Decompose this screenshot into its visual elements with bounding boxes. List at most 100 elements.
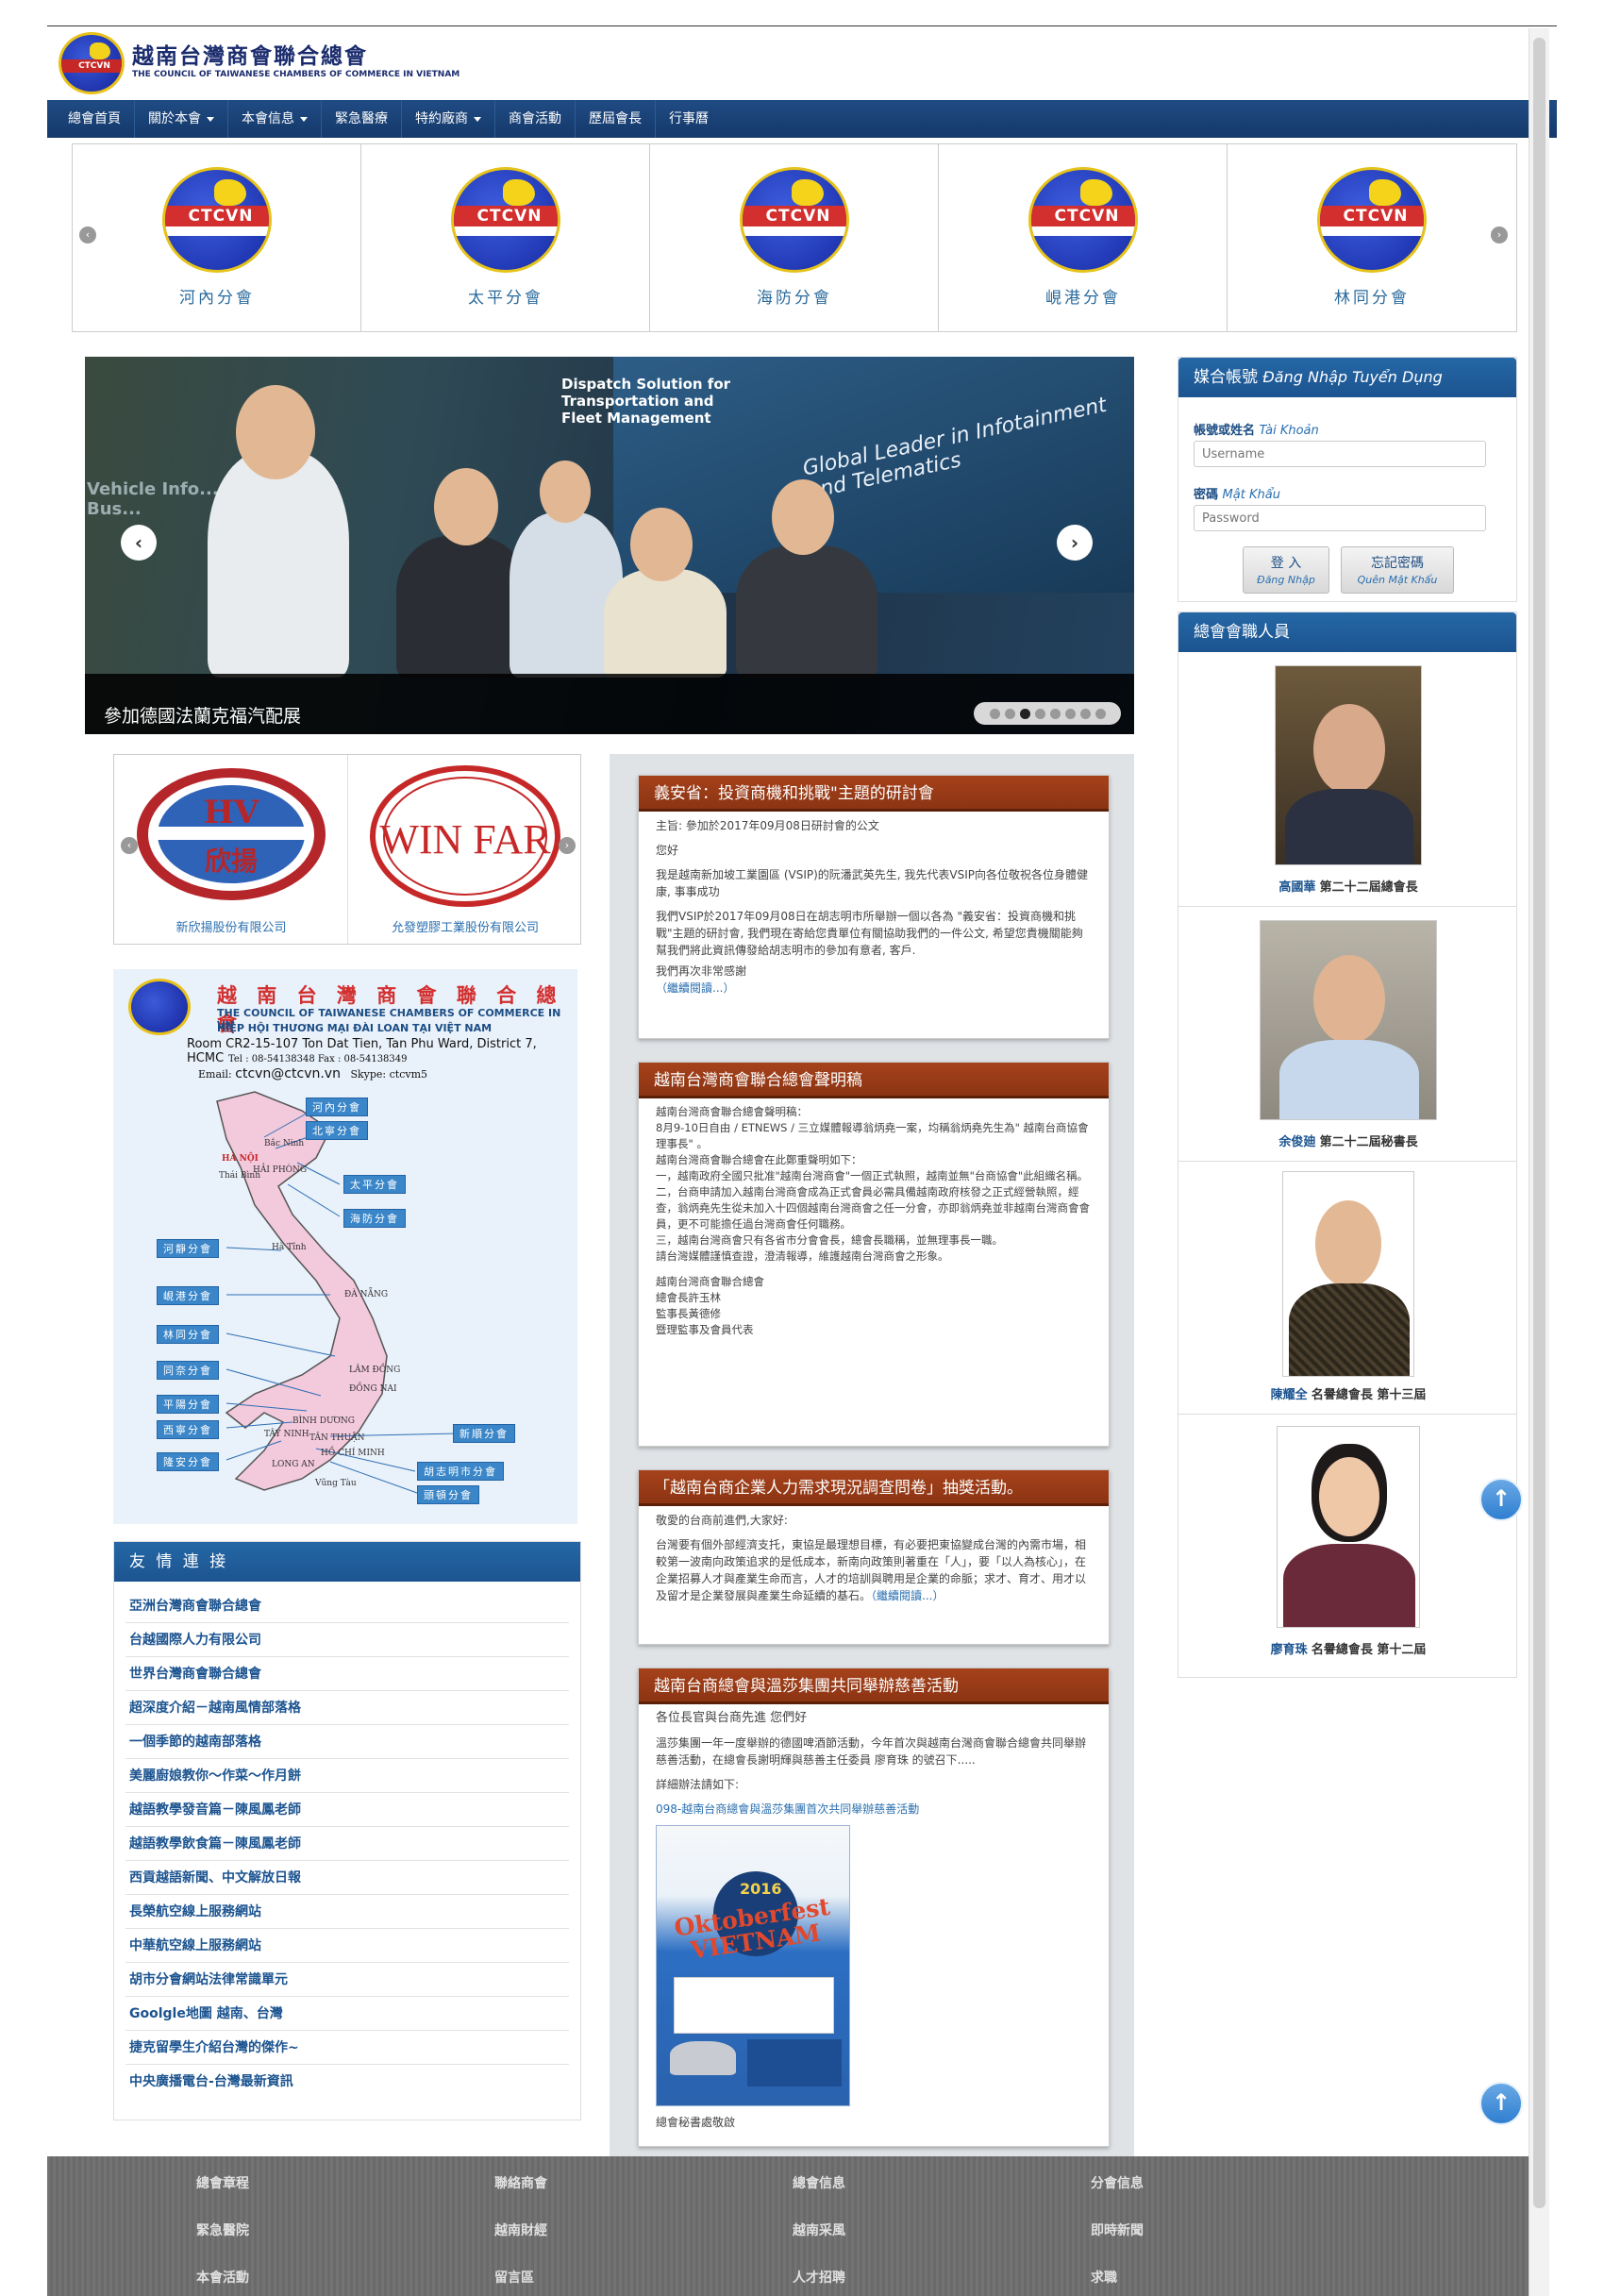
- nav-vendors[interactable]: 特約廠商: [402, 100, 495, 138]
- partner-item[interactable]: WIN FAR 允發塑膠工業股份有限公司: [348, 755, 582, 944]
- slide-dot[interactable]: [1034, 708, 1045, 719]
- partners-next-icon[interactable]: ›: [559, 837, 576, 854]
- map-branch-tag[interactable]: 同奈分會: [157, 1361, 219, 1380]
- member-name[interactable]: 余俊廸: [1278, 1135, 1315, 1149]
- slide-dot[interactable]: [1064, 708, 1076, 719]
- password-input[interactable]: [1194, 505, 1486, 531]
- nav-calendar[interactable]: 行事曆: [656, 100, 722, 138]
- slide-prev-icon[interactable]: ‹: [121, 525, 157, 561]
- friendly-link[interactable]: 美麗廚娘教你～作菜～作月餅: [125, 1759, 569, 1793]
- photo-slider[interactable]: Dispatch Solution for Transportation and…: [85, 357, 1134, 734]
- friendly-link[interactable]: 台越國際人力有限公司: [125, 1623, 569, 1657]
- slide-dot[interactable]: [1004, 708, 1015, 719]
- member-card[interactable]: 陳耀全 名譽總會長 第十三屆: [1178, 1162, 1516, 1415]
- scroll-top-icon[interactable]: ↑: [1479, 2082, 1523, 2125]
- page-scrollbar[interactable]: [1529, 28, 1549, 2296]
- partners-prev-icon[interactable]: ‹: [121, 837, 138, 854]
- map-branch-tag[interactable]: 西寧分會: [157, 1420, 219, 1439]
- footer-link[interactable]: 緊急醫院: [196, 2221, 249, 2239]
- friendly-link[interactable]: Goolgle地圖 越南、台灣: [125, 1997, 569, 2031]
- nav-medical[interactable]: 緊急醫療: [322, 100, 402, 138]
- footer-link[interactable]: 越南財經: [494, 2221, 547, 2239]
- username-input[interactable]: [1194, 441, 1486, 467]
- member-card[interactable]: 廖育珠 名譽總會長 第十二屆: [1178, 1415, 1516, 1669]
- branch-item[interactable]: CTCVN 林同分會: [1228, 144, 1516, 331]
- news-paragraph: 三，越南台灣商會只有各省市分會會長，總會長職稱，並無理事長一職。: [656, 1233, 1003, 1247]
- friendly-link[interactable]: 越語教學發音篇－陳風鳳老師: [125, 1793, 569, 1827]
- news-title[interactable]: 義安省：投資商機和挑戰"主題的研討會: [639, 776, 1109, 812]
- map-branch-tag[interactable]: 峴港分會: [157, 1286, 219, 1305]
- footer-link[interactable]: 留言區: [494, 2268, 534, 2287]
- friendly-link[interactable]: 長榮航空線上服務網站: [125, 1895, 569, 1929]
- scrollbar-thumb[interactable]: [1533, 38, 1546, 2208]
- event-detail-link[interactable]: 098-越南台商總會與溫莎集團首次共同舉辦慈善活動: [656, 1802, 919, 1816]
- map-branch-tag[interactable]: 北寧分會: [306, 1121, 368, 1140]
- member-name[interactable]: 陳耀全: [1271, 1388, 1308, 1402]
- map-branch-tag[interactable]: 隆安分會: [157, 1452, 219, 1471]
- map-branch-tag[interactable]: 頭頓分會: [417, 1485, 479, 1504]
- branch-item[interactable]: CTCVN 峴港分會: [939, 144, 1228, 331]
- nav-info[interactable]: 本會信息: [228, 100, 322, 138]
- footer-link[interactable]: 分會信息: [1091, 2173, 1144, 2192]
- map-branch-tag[interactable]: 海防分會: [343, 1209, 406, 1228]
- friendly-link[interactable]: 中華航空線上服務網站: [125, 1929, 569, 1963]
- map-branch-tag[interactable]: 新順分會: [453, 1424, 515, 1443]
- read-more-link[interactable]: （繼續閱讀...）: [656, 981, 734, 995]
- slide-next-icon[interactable]: ›: [1057, 525, 1093, 561]
- map-branch-tag[interactable]: 胡志明市分會: [417, 1462, 504, 1481]
- footer-link[interactable]: 求職: [1091, 2268, 1117, 2287]
- login-button[interactable]: 登 入 Đăng Nhập: [1243, 546, 1329, 594]
- vietnam-branch-map[interactable]: 越 南 台 灣 商 會 聯 合 總 會 THE COUNCIL OF TAIWA…: [113, 969, 577, 1524]
- map-place: HÀ NỘI: [222, 1154, 259, 1164]
- member-card[interactable]: 余俊廸 第二十二屆秘書長: [1178, 907, 1516, 1162]
- oktoberfest-poster[interactable]: 2016 Oktoberfest VIETNAM: [656, 1825, 850, 2106]
- map-branch-tag[interactable]: 林同分會: [157, 1325, 219, 1344]
- branch-item[interactable]: CTCVN 太平分會: [361, 144, 650, 331]
- nav-presidents[interactable]: 歷屆會長: [576, 100, 656, 138]
- footer-link[interactable]: 人才招聘: [793, 2268, 845, 2287]
- footer-link[interactable]: 總會信息: [793, 2173, 845, 2192]
- footer-link[interactable]: 總會章程: [196, 2173, 249, 2192]
- news-title[interactable]: 越南台商總會與溫莎集團共同舉辦慈善活動: [639, 1668, 1109, 1704]
- friendly-link[interactable]: 超深度介紹－越南風情部落格: [125, 1691, 569, 1725]
- friendly-link[interactable]: 胡市分會網站法律常識單元: [125, 1963, 569, 1997]
- member-name[interactable]: 廖育珠: [1271, 1643, 1308, 1657]
- friendly-link[interactable]: 世界台灣商會聯合總會: [125, 1657, 569, 1691]
- nav-home[interactable]: 總會首頁: [55, 100, 135, 138]
- nav-activities[interactable]: 商會活動: [495, 100, 576, 138]
- map-branch-tag[interactable]: 河內分會: [306, 1098, 368, 1116]
- branch-item[interactable]: CTCVN 海防分會: [650, 144, 939, 331]
- news-title[interactable]: 「越南台商企業人力需求現況調查問卷」抽獎活動。: [639, 1470, 1109, 1506]
- slide-dot[interactable]: [1079, 708, 1091, 719]
- slide-dot-active[interactable]: [1019, 708, 1030, 719]
- slide-dot[interactable]: [989, 708, 1000, 719]
- partner-item[interactable]: HV 欣揚 新欣揚股份有限公司: [114, 755, 348, 944]
- news-title[interactable]: 越南台灣商會聯合總會聲明稿: [639, 1063, 1109, 1098]
- friendly-link[interactable]: 亞洲台灣商會聯合總會: [125, 1589, 569, 1623]
- friendly-link[interactable]: 一個季節的越南部落格: [125, 1725, 569, 1759]
- map-branch-tag[interactable]: 河靜分會: [157, 1239, 219, 1258]
- slide-dot[interactable]: [1049, 708, 1061, 719]
- footer-link[interactable]: 越南采風: [793, 2221, 845, 2239]
- site-logo[interactable]: CTCVN: [58, 32, 125, 94]
- nav-about[interactable]: 關於本會: [135, 100, 228, 138]
- site-title[interactable]: 越南台灣商會聯合總會: [132, 38, 368, 70]
- member-name[interactable]: 高國華: [1278, 880, 1315, 895]
- branch-item[interactable]: CTCVN 河內分會: [73, 144, 361, 331]
- footer-link[interactable]: 本會活動: [196, 2268, 249, 2287]
- friendly-link[interactable]: 西貢越語新聞、中文解放日報: [125, 1861, 569, 1895]
- friendly-link[interactable]: 越語教學飲食篇－陳風鳳老師: [125, 1827, 569, 1861]
- member-card[interactable]: 高國華 第二十二屆總會長: [1178, 652, 1516, 907]
- friendly-link[interactable]: 捷克留學生介紹台灣的傑作~: [125, 2031, 569, 2065]
- carousel-prev-icon[interactable]: ‹: [79, 226, 96, 243]
- slide-dot[interactable]: [1094, 708, 1106, 719]
- forgot-password-button[interactable]: 忘記密碼 Quên Mật Khẩu: [1341, 546, 1454, 594]
- scroll-top-icon[interactable]: ↑: [1479, 1478, 1523, 1521]
- map-branch-tag[interactable]: 太平分會: [343, 1175, 406, 1194]
- footer-link[interactable]: 聯絡商會: [494, 2173, 547, 2192]
- carousel-next-icon[interactable]: ›: [1491, 226, 1508, 243]
- footer-link[interactable]: 即時新聞: [1091, 2221, 1144, 2239]
- friendly-link[interactable]: 中央廣播電台-台灣最新資訊: [125, 2065, 569, 2099]
- read-more-link[interactable]: （繼續閱讀...）: [871, 1589, 944, 1602]
- map-branch-tag[interactable]: 平陽分會: [157, 1395, 219, 1414]
